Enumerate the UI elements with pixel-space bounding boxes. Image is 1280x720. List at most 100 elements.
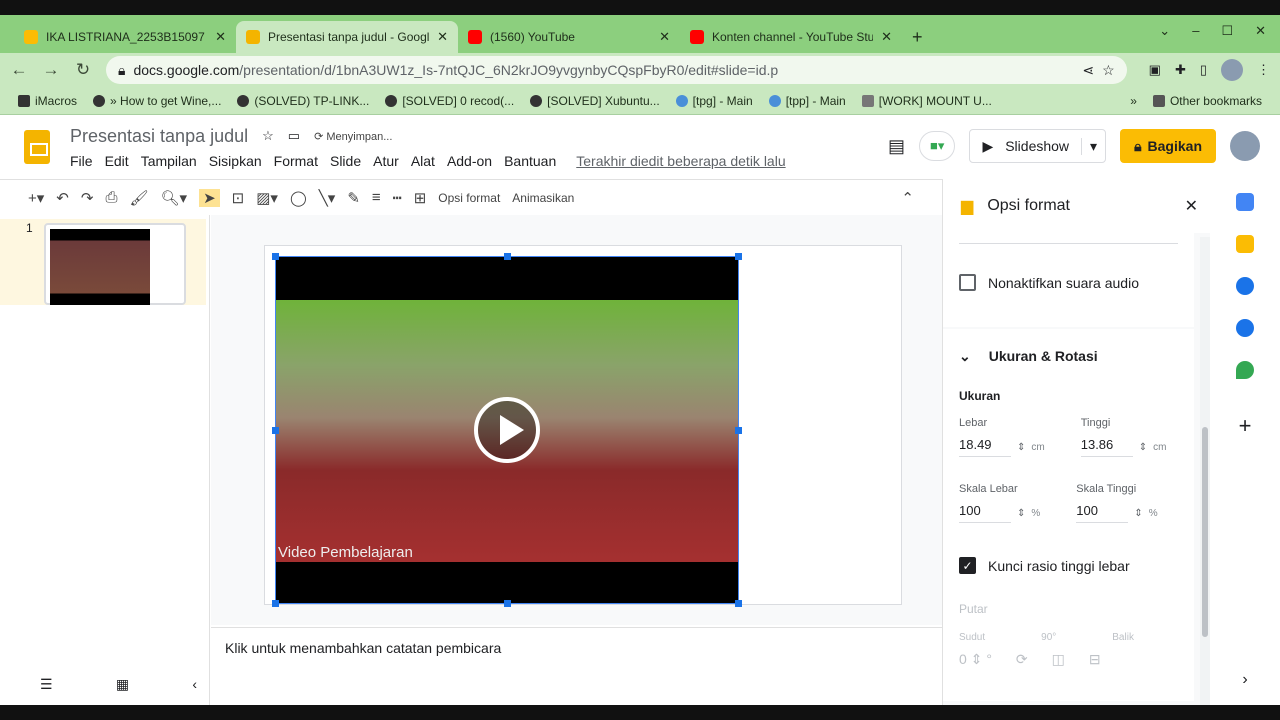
- new-slide-icon[interactable]: +▾: [28, 189, 44, 207]
- maps-icon[interactable]: [1236, 361, 1254, 379]
- zoom-icon[interactable]: 🔍︎▾: [161, 189, 188, 207]
- bookmark[interactable]: [SOLVED] Xubuntu...: [530, 94, 660, 108]
- bookmark[interactable]: [WORK] MOUNT U...: [861, 94, 992, 108]
- resize-handle[interactable]: [272, 427, 279, 434]
- menu-edit[interactable]: Edit: [105, 153, 129, 169]
- slides-logo[interactable]: [24, 130, 50, 164]
- meet-button[interactable]: ■▾: [919, 131, 956, 161]
- bookmark[interactable]: [tpp] - Main: [768, 94, 846, 108]
- collapse-icon[interactable]: ⌃: [901, 189, 914, 207]
- back-icon[interactable]: ←: [10, 60, 28, 80]
- scale-height-input[interactable]: 100: [1076, 503, 1129, 523]
- print-icon[interactable]: ⎙: [105, 189, 117, 206]
- maximize-icon[interactable]: ☐: [1221, 23, 1233, 39]
- height-stepper[interactable]: ⇕: [1139, 442, 1147, 453]
- width-input[interactable]: 18.49: [959, 437, 1011, 457]
- comments-icon[interactable]: ▤: [888, 136, 905, 157]
- play-icon[interactable]: [474, 397, 540, 463]
- line-icon[interactable]: ╲▾: [319, 189, 336, 207]
- new-tab-button[interactable]: +: [902, 21, 932, 53]
- share-icon[interactable]: ⋖: [1082, 62, 1094, 79]
- image-icon[interactable]: ▨▾: [256, 189, 278, 207]
- size-rotation-section[interactable]: ⌄ Ukuran & Rotasi: [959, 329, 1178, 383]
- menu-view[interactable]: Tampilan: [141, 153, 197, 169]
- kebab-menu-icon[interactable]: ⋮: [1257, 62, 1270, 78]
- resize-handle[interactable]: [272, 253, 279, 260]
- close-window-icon[interactable]: ✕: [1255, 23, 1266, 39]
- reload-icon[interactable]: ↻: [74, 60, 92, 80]
- scale-width-input[interactable]: 100: [959, 503, 1011, 523]
- comment-add-icon[interactable]: ⊞: [414, 189, 427, 207]
- panel-scrollbar[interactable]: [1200, 237, 1210, 705]
- close-icon[interactable]: ✕: [1185, 196, 1198, 216]
- sidepanel-icon[interactable]: ▯: [1200, 62, 1207, 78]
- textbox-icon[interactable]: ⊡: [232, 189, 245, 207]
- star-icon[interactable]: ☆: [1102, 62, 1115, 79]
- url-bar[interactable]: 🔒︎ docs.google.com/presentation/d/1bnA3UW…: [106, 56, 1127, 84]
- close-icon[interactable]: ✕: [881, 29, 892, 45]
- width-stepper[interactable]: ⇕: [1017, 442, 1025, 453]
- close-icon[interactable]: ✕: [437, 29, 448, 45]
- slideshow-dropdown-icon[interactable]: ▾: [1081, 137, 1105, 155]
- format-options-button[interactable]: Opsi format: [438, 191, 500, 205]
- border-weight-icon[interactable]: ≡: [372, 189, 381, 206]
- close-icon[interactable]: ✕: [659, 29, 670, 45]
- bookmark[interactable]: (SOLVED) TP-LINK...: [237, 94, 369, 108]
- extensions-puzzle-icon[interactable]: ✚: [1175, 62, 1186, 78]
- menu-insert[interactable]: Sisipkan: [209, 153, 262, 169]
- scale-height-stepper[interactable]: ⇕: [1134, 508, 1142, 519]
- speaker-notes[interactable]: Klik untuk menambahkan catatan pembicara: [211, 627, 942, 705]
- border-color-icon[interactable]: ✎: [347, 189, 360, 207]
- height-input[interactable]: 13.86: [1080, 437, 1133, 457]
- menu-arrange[interactable]: Atur: [373, 153, 399, 169]
- bookmark[interactable]: [SOLVED] 0 recod(...: [385, 94, 514, 108]
- other-bookmarks[interactable]: Other bookmarks: [1152, 94, 1262, 108]
- menu-file[interactable]: File: [70, 153, 93, 169]
- share-button[interactable]: 🔒︎ Bagikan: [1120, 129, 1216, 163]
- border-dash-icon[interactable]: ┅: [393, 189, 402, 207]
- profile-avatar[interactable]: [1221, 59, 1243, 81]
- slide[interactable]: Video Pembelajaran: [264, 245, 902, 607]
- tab-youtube-studio[interactable]: Konten channel - YouTube Studi ✕: [680, 21, 902, 53]
- move-folder-icon[interactable]: ▭: [288, 128, 300, 144]
- extension-icon[interactable]: ▣: [1149, 62, 1161, 78]
- video-element[interactable]: Video Pembelajaran: [272, 253, 742, 607]
- tab-slides[interactable]: Presentasi tanpa judul - Google ✕: [236, 21, 458, 53]
- menu-tools[interactable]: Alat: [411, 153, 435, 169]
- flip-vertical-icon[interactable]: ⊟: [1089, 651, 1101, 668]
- resize-handle[interactable]: [272, 600, 279, 607]
- more-bookmarks-icon[interactable]: »: [1130, 94, 1137, 108]
- shape-icon[interactable]: ◯: [290, 189, 307, 207]
- tab-drive[interactable]: IKA LISTRIANA_2253B15097 - G ✕: [14, 21, 236, 53]
- undo-icon[interactable]: ↶: [56, 189, 69, 207]
- animate-button[interactable]: Animasikan: [512, 191, 574, 205]
- rotate-90-icon[interactable]: ⟳: [1016, 651, 1028, 668]
- menu-slide[interactable]: Slide: [330, 153, 361, 169]
- keep-icon[interactable]: [1236, 235, 1254, 253]
- menu-help[interactable]: Bantuan: [504, 153, 556, 169]
- list-view-icon[interactable]: ☰: [40, 676, 53, 693]
- menu-format[interactable]: Format: [274, 153, 318, 169]
- menu-addons[interactable]: Add-on: [447, 153, 492, 169]
- resize-handle[interactable]: [735, 253, 742, 260]
- resize-handle[interactable]: [504, 253, 511, 260]
- expand-panel-icon[interactable]: ›: [1242, 671, 1247, 689]
- last-edit-link[interactable]: Terakhir diedit beberapa detik lalu: [576, 153, 785, 169]
- doc-title[interactable]: Presentasi tanpa judul: [70, 126, 248, 147]
- slide-thumbnail[interactable]: [44, 223, 186, 305]
- tasks-icon[interactable]: [1236, 277, 1254, 295]
- minimize-icon[interactable]: –: [1192, 23, 1199, 39]
- star-icon[interactable]: ☆: [262, 128, 274, 144]
- resize-handle[interactable]: [735, 427, 742, 434]
- mute-audio-checkbox[interactable]: Nonaktifkan suara audio: [959, 274, 1178, 291]
- forward-icon[interactable]: →: [42, 60, 60, 80]
- grid-view-icon[interactable]: ▦: [116, 676, 129, 693]
- lock-aspect-checkbox[interactable]: ✓ Kunci rasio tinggi lebar: [959, 557, 1178, 574]
- bookmark[interactable]: [tpg] - Main: [675, 94, 753, 108]
- scale-width-stepper[interactable]: ⇕: [1017, 508, 1025, 519]
- redo-icon[interactable]: ↷: [81, 189, 94, 207]
- bookmark[interactable]: » How to get Wine,...: [93, 94, 221, 108]
- bookmark[interactable]: iMacros: [18, 94, 77, 108]
- resize-handle[interactable]: [735, 600, 742, 607]
- contacts-icon[interactable]: [1236, 319, 1254, 337]
